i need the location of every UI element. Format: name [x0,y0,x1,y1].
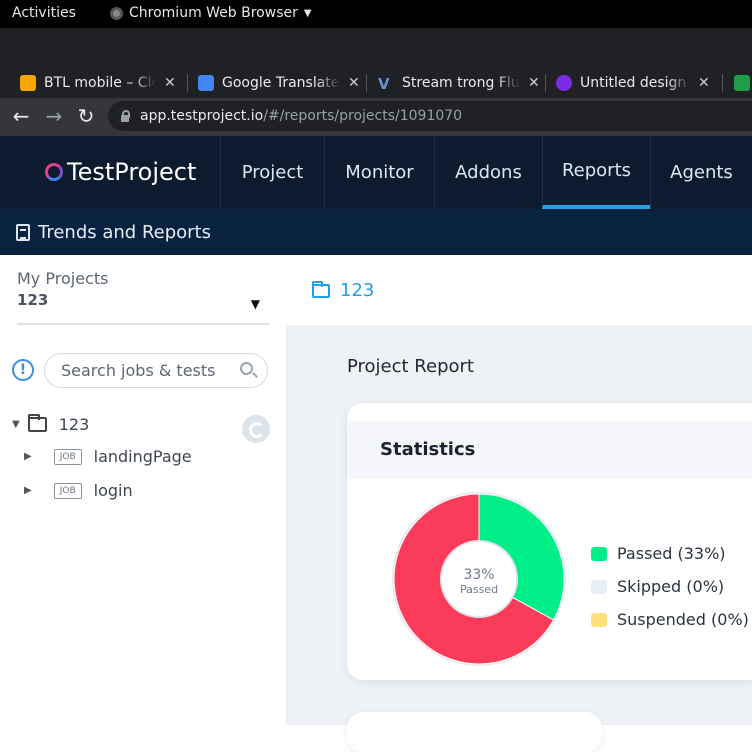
search-input[interactable]: Search jobs & tests [44,353,268,388]
tab-sheets[interactable] [726,68,750,98]
page-subheader: Trends and Reports [0,209,752,255]
expand-icon[interactable]: ▼ [12,419,20,430]
legend-suspended: Suspended (0%) [591,603,749,636]
os-top-bar: Activities Chromium Web Browser ▼ [0,0,752,28]
legend-label: Skipped (0%) [617,577,725,596]
app-menu[interactable]: Chromium Web Browser ▼ [110,5,312,21]
job-badge: JOB [53,448,82,465]
sheets-icon [734,75,750,91]
nav-label: Project [241,162,304,183]
tab-label: Untitled design - Canva [580,75,690,91]
project-select[interactable]: My Projects 123 ▼ [17,269,270,325]
window-title-strip [0,28,752,64]
nav-project[interactable]: Project [220,136,324,209]
nav-label: Monitor [345,162,414,183]
tab-label: BTL mobile – Cloud [44,75,156,91]
search-placeholder: Search jobs & tests [61,361,216,380]
legend-passed: Passed (33%) [591,537,749,570]
logo-text: TestProject [67,158,197,186]
subheader-title: Trends and Reports [38,221,211,243]
forward-icon[interactable]: → [42,104,66,128]
tab-label: Stream trong Flutter [402,75,520,91]
breadcrumb[interactable]: 123 [312,280,374,301]
close-icon[interactable]: ✕ [164,75,176,91]
card-title: Statistics [380,439,476,460]
legend-swatch [591,546,607,561]
sidebar: My Projects 123 ▼ ! Search jobs & tests … [0,255,286,725]
project-select-value: 123 [17,291,49,309]
nav-agents[interactable]: Agents [650,136,752,209]
breadcrumb-label: 123 [340,280,375,301]
url-path: /#/reports/projects/1091070 [263,108,463,124]
v-icon: V [378,75,390,93]
folder-icon [27,414,47,432]
folder-icon [312,280,330,298]
nav-label: Reports [561,160,632,181]
expand-icon[interactable]: ▶ [24,451,32,462]
app-name: Chromium Web Browser [129,5,298,21]
nav-monitor[interactable]: Monitor [324,136,434,209]
url-host: app.testproject.io [140,108,264,124]
caret-down-icon: ▼ [250,297,260,311]
testproject-logo[interactable]: TestProject [45,158,196,186]
job-name: login [93,481,133,500]
tab-canva[interactable]: Untitled design - Canva ✕ [548,68,710,98]
tree-root-label: 123 [58,415,90,434]
url-field[interactable]: app.testproject.io/#/reports/projects/10… [108,101,752,131]
donut-chart: 33% Passed [392,492,566,666]
legend: Passed (33%) Skipped (0%) Suspended (0%) [591,537,749,636]
close-icon[interactable]: ✕ [528,75,540,91]
project-select-label: My Projects [17,269,109,288]
tree-job-landingpage[interactable]: ▶ JOB landingPage [24,447,192,466]
app-header: TestProject Project Monitor Addons Repor… [0,136,752,209]
tab-btl-mobile[interactable]: BTL mobile – Cloud ✕ [12,68,176,98]
refresh-icon[interactable] [242,415,270,443]
donut-center-value: 33% [463,567,494,583]
nav-reports[interactable]: Reports [542,136,650,209]
legend-swatch [591,612,607,627]
tab-google-translate[interactable]: Google Translate ✕ [190,68,360,98]
job-name: landingPage [93,447,192,466]
tree-job-login[interactable]: ▶ JOB login [24,481,133,500]
close-icon[interactable]: ✕ [698,75,710,91]
nav-label: Agents [670,162,733,183]
logo-icon [45,163,63,181]
legend-swatch [591,579,607,594]
firebase-icon [20,75,36,91]
job-badge: JOB [53,482,82,499]
reload-icon[interactable]: ↻ [74,104,98,128]
tab-bar: BTL mobile – Cloud ✕ Google Translate ✕ … [0,64,752,98]
canva-icon [556,75,572,91]
lock-icon [120,110,130,122]
document-icon [16,223,30,241]
tab-label: Google Translate [222,75,340,91]
next-card [347,712,602,752]
nav-addons[interactable]: Addons [434,136,542,209]
activities-button[interactable]: Activities [12,5,76,21]
tab-stream-flutter[interactable]: V Stream trong Flutter ✕ [370,68,540,98]
statistics-card: Statistics 33% Passed Passed (33%) Skipp… [347,403,752,680]
report-title: Project Report [347,356,474,377]
legend-label: Passed (33%) [617,544,726,563]
info-icon[interactable]: ! [12,359,34,381]
legend-skipped: Skipped (0%) [591,570,749,603]
close-icon[interactable]: ✕ [348,75,360,91]
legend-label: Suspended (0%) [617,610,749,629]
expand-icon[interactable]: ▶ [24,485,32,496]
back-icon[interactable]: ← [9,104,33,128]
caret-down-icon: ▼ [303,7,312,19]
address-bar: ← → ↻ app.testproject.io/#/reports/proje… [0,98,752,136]
donut-center-label: Passed [460,583,498,596]
search-icon [240,362,253,375]
translate-icon [198,75,214,91]
chromium-icon [110,6,123,20]
nav-label: Addons [455,162,522,183]
tree-root[interactable]: ▼ 123 [12,414,90,434]
